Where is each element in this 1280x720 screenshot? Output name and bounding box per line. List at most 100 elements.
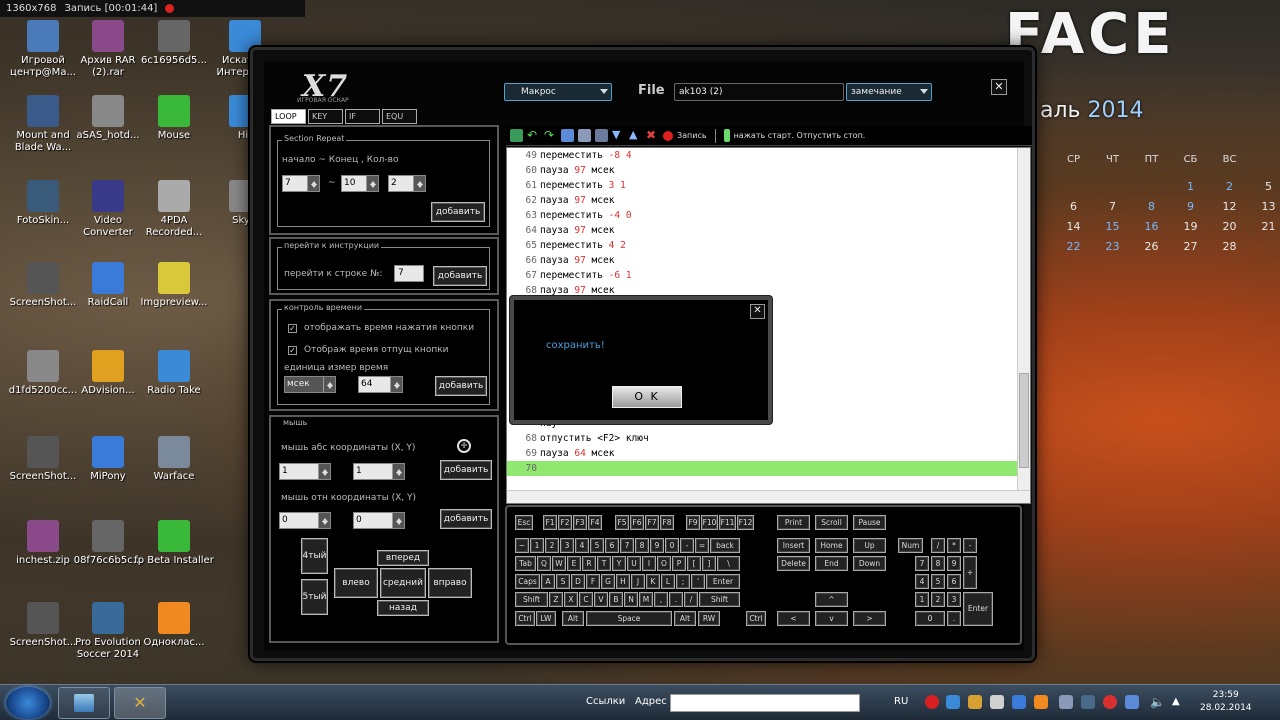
key-button[interactable]: 1 [915,592,929,607]
key-button[interactable]: Home [815,538,848,553]
repeat-start-stepper[interactable]: 7 [282,175,320,192]
key-button[interactable]: 8 [635,538,649,553]
mouse-middle-button[interactable]: средний [380,568,426,598]
key-button[interactable]: Ctrl [746,611,766,626]
key-button[interactable]: F3 [573,515,587,530]
key-button[interactable]: T [597,556,611,571]
signal-tray-icon[interactable] [1125,695,1139,709]
mouse-button-5[interactable]: 5тый [301,579,328,615]
script-line[interactable]: 62 пауза 97 мсек [507,193,1030,208]
time-unit-select[interactable]: мсек [284,376,336,393]
key-button[interactable]: Down [853,556,886,571]
key-button[interactable]: F [586,574,600,589]
key-button[interactable]: C [579,592,593,607]
key-button[interactable]: v [815,611,848,626]
desktop-icon[interactable]: 6c16956d5... [134,20,214,67]
record-icon[interactable] [165,4,175,13]
add-repeat-button[interactable]: добавить [431,202,485,222]
key-button[interactable]: Up [853,538,886,553]
key-button[interactable]: 7 [915,556,929,571]
flag-tray-icon[interactable] [1081,695,1095,709]
key-button[interactable]: E [567,556,581,571]
script-line[interactable]: 61 переместить 3 1 [507,178,1030,193]
script-line[interactable]: 65 переместить 4 2 [507,238,1030,253]
mouse-abs-y-stepper[interactable]: 1 [353,463,405,480]
grid-icon[interactable] [595,129,608,142]
key-button[interactable]: LW [536,611,556,626]
x7-tray-icon[interactable] [968,695,982,709]
key-button[interactable]: K [646,574,660,589]
key-button[interactable]: Tab [515,556,536,571]
key-button[interactable]: U [627,556,641,571]
links-toolbar-label[interactable]: Ссылки [586,696,625,707]
key-button[interactable]: 5 [590,538,604,553]
key-button[interactable]: + [963,556,977,589]
script-line[interactable]: 49 переместить -8 4 [507,148,1030,163]
record-icon[interactable] [663,130,673,141]
key-button[interactable]: 7 [620,538,634,553]
raidcall-tray-icon[interactable] [1012,695,1026,709]
key-button[interactable]: 5 [931,574,945,589]
undo-icon[interactable]: ↶ [527,129,540,142]
key-button[interactable]: F10 [701,515,718,530]
mouse-back-button[interactable]: назад [377,600,429,616]
key-button[interactable]: 8 [931,556,945,571]
key-button[interactable]: F1 [543,515,557,530]
taskbar-explorer-button[interactable] [58,687,110,719]
taskbar-x7-button[interactable]: ✕ [114,687,166,719]
network-tray-icon[interactable] [946,695,960,709]
desktop-icon[interactable]: Warface [134,436,214,483]
save-icon[interactable] [510,129,523,142]
key-button[interactable]: / [931,538,945,553]
script-line[interactable]: 68 отпустить <F2> ключ [507,431,1018,446]
spin-arrows-icon[interactable] [390,377,402,392]
key-button[interactable]: 3 [947,592,961,607]
key-button[interactable]: Num [898,538,923,553]
key-button[interactable]: . [669,592,683,607]
spin-arrows-icon[interactable] [392,464,404,479]
key-button[interactable]: M [639,592,653,607]
repeat-end-stepper[interactable]: 10 [341,175,379,192]
key-button[interactable]: Insert [777,538,810,553]
key-button[interactable]: . [947,611,961,626]
spin-arrows-icon[interactable] [307,176,319,191]
key-button[interactable]: R [582,556,596,571]
tray-expand-icon[interactable]: ▲ [1172,695,1186,709]
key-button[interactable]: F8 [660,515,674,530]
key-button[interactable]: S [556,574,570,589]
key-button[interactable]: F4 [588,515,602,530]
close-window-button[interactable]: ✕ [991,79,1007,95]
key-button[interactable]: 4 [575,538,589,553]
key-button[interactable]: O [657,556,671,571]
key-button[interactable]: H [616,574,630,589]
record-label[interactable]: Запись [677,131,707,140]
mouse-rel-x-stepper[interactable]: 0 [279,512,331,529]
repeat-count-stepper[interactable]: 2 [388,175,426,192]
dialog-ok-button[interactable]: O K [612,386,682,408]
mouse-forward-button[interactable]: вперед [377,550,429,566]
desktop-icon[interactable]: fp Beta Installer [134,520,214,567]
copy-icon[interactable] [561,129,574,142]
tab-key[interactable]: KEY [308,109,343,124]
key-button[interactable]: 6 [947,574,961,589]
taskbar-clock[interactable]: 23:59 28.02.2014 [1200,689,1252,715]
desktop-icon[interactable]: 4PDA Recorded... [134,180,214,239]
script-line[interactable]: 66 пауза 97 мсек [507,253,1030,268]
recorder-tray-icon[interactable] [925,695,939,709]
key-button[interactable]: ' [691,574,705,589]
key-button[interactable]: Print [777,515,810,530]
move-up-icon[interactable]: ▲ [629,129,642,142]
key-button[interactable]: Q [537,556,551,571]
key-button[interactable]: 4 [915,574,929,589]
key-button[interactable]: Shift [515,592,548,607]
key-button[interactable]: Z [549,592,563,607]
key-button[interactable]: End [815,556,848,571]
key-button[interactable]: 0 [665,538,679,553]
key-button[interactable]: Alt [562,611,584,626]
scroll-thumb[interactable] [1019,373,1029,468]
key-button[interactable]: F2 [558,515,572,530]
key-button[interactable]: P [672,556,686,571]
key-button[interactable]: F5 [615,515,629,530]
updater-tray-icon[interactable] [1034,695,1048,709]
key-button[interactable]: , [654,592,668,607]
